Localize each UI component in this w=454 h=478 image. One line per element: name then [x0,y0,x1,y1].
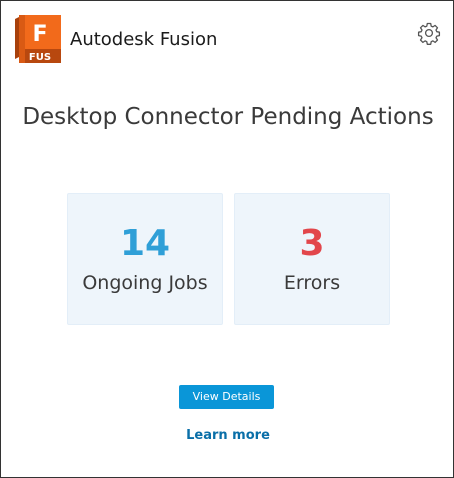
ongoing-jobs-card: 14 Ongoing Jobs [67,193,223,325]
connector-window: F FUS Autodesk Fusion Desktop Connector … [0,0,454,478]
gear-icon[interactable] [417,21,441,45]
learn-more-link[interactable]: Learn more [1,428,454,443]
ongoing-jobs-count: 14 [119,223,171,264]
page-title: Desktop Connector Pending Actions [22,104,434,130]
errors-label: Errors [283,272,341,294]
errors-count: 3 [299,223,325,264]
app-title: Autodesk Fusion [70,29,218,50]
ongoing-jobs-label: Ongoing Jobs [82,272,208,294]
errors-card: 3 Errors [234,193,390,325]
view-details-button[interactable]: View Details [179,385,274,409]
logo-letter: F [32,22,47,47]
fusion-logo: F FUS [15,15,61,63]
logo-subtext: FUS [29,52,51,63]
